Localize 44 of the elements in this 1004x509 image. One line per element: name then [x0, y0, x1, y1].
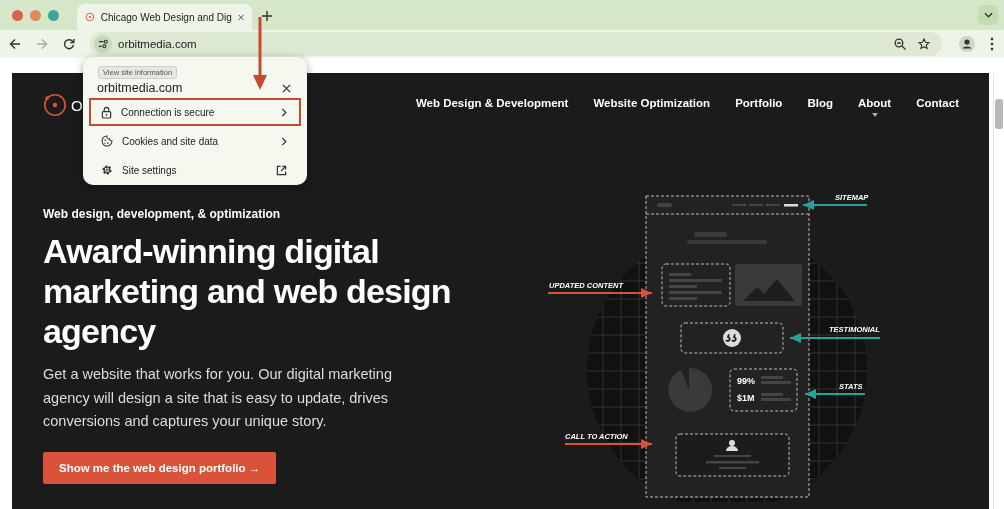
- zoom-icon[interactable]: [894, 38, 906, 50]
- nav-link[interactable]: Web Design & Development: [415, 97, 569, 109]
- profile-icon[interactable]: [959, 36, 975, 52]
- portfolio-button[interactable]: Show me the web design portfolio →: [43, 451, 277, 484]
- nav-link[interactable]: Blog: [807, 97, 833, 109]
- hero-paragraph: Get a website that works for you. Our digital marketing agency will design a site that is easy to update, drives conversions and captures your unique story.: [43, 365, 393, 431]
- menu-icon[interactable]: [990, 37, 994, 51]
- new-tab-icon[interactable]: [262, 11, 272, 21]
- popup-menu-item[interactable]: Site settings: [89, 156, 301, 184]
- hero-heading: Award-winning digital marketing and web design agency: [43, 231, 452, 351]
- address-bar[interactable]: orbitmedia.com: [90, 32, 942, 56]
- lock-icon: [101, 105, 112, 119]
- browser-tab[interactable]: Chicago Web Design and Dig: [77, 4, 252, 30]
- reload-icon[interactable]: [63, 38, 75, 50]
- chevron-down-icon[interactable]: [983, 12, 993, 18]
- tab-search-button[interactable]: [978, 5, 998, 25]
- star-icon[interactable]: [918, 38, 930, 50]
- close-icon[interactable]: [282, 83, 291, 93]
- nav-link[interactable]: Portfolio: [735, 97, 783, 109]
- caret-icon[interactable]: [871, 113, 878, 117]
- nav-link[interactable]: About: [857, 97, 892, 117]
- hero-subtitle: Web design, development, & optimization: [43, 207, 282, 221]
- nav-link[interactable]: Website Optimization: [593, 97, 711, 109]
- sliders-icon[interactable]: [97, 39, 109, 49]
- popup-menu-item[interactable]: Connection is secure: [89, 98, 301, 126]
- tab-title: Chicago Web Design and Dig: [100, 11, 232, 23]
- stat-value: $1M: [737, 393, 755, 403]
- popup-menu-item[interactable]: Cookies and site data: [89, 127, 301, 155]
- site-info-button[interactable]: [94, 35, 112, 53]
- logo-icon: [42, 92, 68, 118]
- chevron-right-icon: [281, 107, 287, 117]
- url-text: orbitmedia.com: [118, 38, 197, 50]
- chevron-right-icon: [281, 136, 287, 146]
- external-link-icon: [276, 164, 287, 176]
- settings-icon: [101, 164, 113, 176]
- logo-text: O: [71, 96, 83, 114]
- scrollbar-thumb[interactable]: [995, 99, 1003, 129]
- nav-link[interactable]: Contact: [916, 97, 959, 109]
- stat-value: 99%: [737, 376, 755, 386]
- close-window-button[interactable]: [12, 9, 23, 21]
- cookie-icon: [101, 135, 113, 147]
- back-icon[interactable]: [9, 38, 21, 50]
- site-logo-icon: [85, 10, 95, 24]
- popup-title: orbitmedia.com: [97, 81, 183, 95]
